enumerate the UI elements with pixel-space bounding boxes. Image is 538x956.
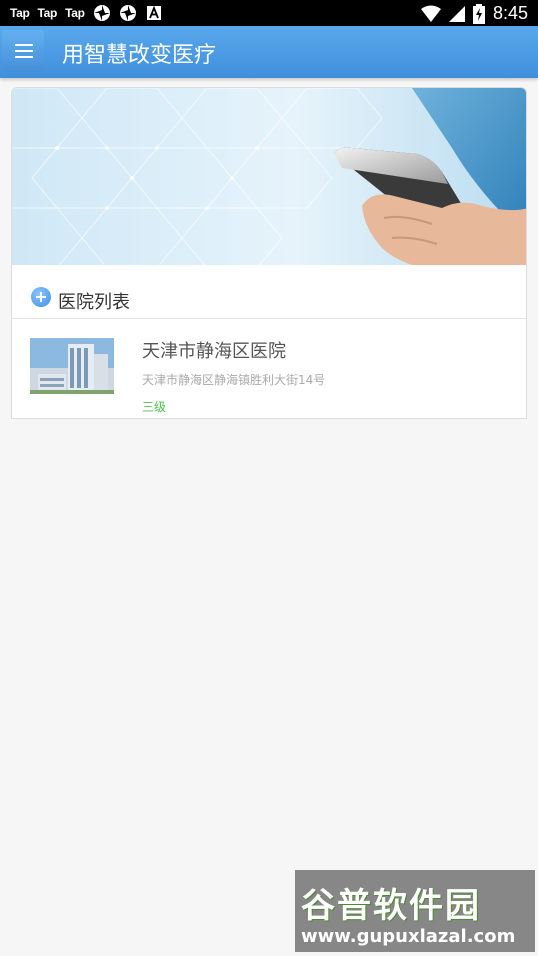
tap-notification-label: Tap — [37, 6, 58, 20]
aperture-icon — [119, 5, 136, 21]
watermark-url: www.gupuxlazal.com — [301, 926, 516, 947]
list-item[interactable]: 天津市静海区医院 天津市静海区静海镇胜利大街14号 三级 — [12, 320, 526, 418]
hospital-address: 天津市静海区静海镇胜利大街14号 — [142, 373, 326, 387]
clock: 8:45 — [492, 3, 528, 23]
section-title: 医院列表 — [58, 292, 130, 313]
section-header: 医院列表 — [12, 266, 526, 319]
hospital-name: 天津市静海区医院 — [142, 341, 286, 362]
hospital-thumbnail — [30, 338, 114, 394]
banner-image — [12, 88, 526, 265]
aperture-icon — [93, 5, 110, 21]
signal-icon — [448, 5, 465, 22]
app-bar: 用智慧改变医疗 — [0, 26, 538, 78]
wifi-icon — [420, 5, 441, 22]
hamburger-icon — [15, 50, 33, 52]
hospital-level-badge: 三级 — [142, 400, 167, 414]
plus-circle-icon — [31, 287, 51, 307]
menu-button[interactable] — [2, 30, 44, 72]
battery-charging-icon — [472, 3, 485, 24]
hospital-card: 医院列表 天津市静海区医院 天津市静海区静海镇胜利大街14号 三级 — [11, 87, 527, 419]
tap-notification-label: Tap — [10, 6, 30, 20]
watermark-logo-text: 谷普软件园 — [301, 886, 481, 926]
watermark: 谷普软件园 www.gupuxlazal.com — [295, 870, 535, 952]
status-bar: Tap Tap Tap 8:45 — [0, 0, 538, 26]
font-a-icon — [146, 5, 161, 20]
page-title: 用智慧改变医疗 — [62, 43, 217, 68]
tap-notification-label: Tap — [65, 6, 85, 20]
hamburger-icon — [15, 44, 33, 46]
hamburger-icon — [15, 56, 33, 58]
